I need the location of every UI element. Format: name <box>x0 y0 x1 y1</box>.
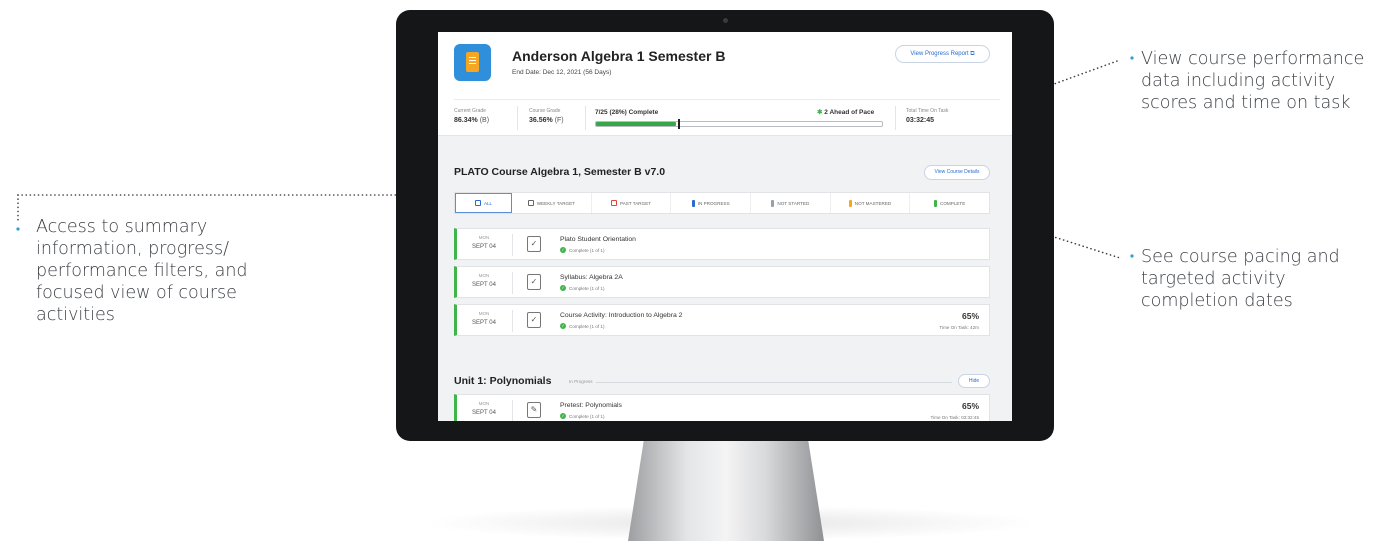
course-section-title: PLATO Course Algebra 1, Semester B v7.0 <box>454 166 666 178</box>
filter-weekly-target[interactable]: WEEKLY TARGET <box>512 193 592 213</box>
filter-not-mastered[interactable]: NOT MASTERED <box>831 193 911 213</box>
activity-status: ✓ Complete (1 of 1) <box>560 247 605 253</box>
callout-bullet <box>1130 56 1134 60</box>
monitor: Anderson Algebra 1 Semester B End Date: … <box>396 10 1054 441</box>
current-grade: Current Grade 86.34% (B) <box>454 108 490 124</box>
marketing-stage: View course performance data including a… <box>0 0 1397 541</box>
activity-status: ✓ Complete (1 of 1) <box>560 285 605 291</box>
activity-card[interactable]: MON SEPT 04 ✓ Plato Student Orientation … <box>454 228 990 260</box>
status-swatch <box>934 199 938 207</box>
checklist-icon: ✓ <box>527 236 541 252</box>
status-swatch <box>771 199 775 207</box>
activity-score: 65% <box>961 401 979 411</box>
course-grade-value: 36.56% <box>529 117 553 124</box>
camera-icon <box>723 18 728 23</box>
activity-name: Course Activity: Introduction to Algebra… <box>560 312 683 319</box>
callout-bullet <box>16 227 20 231</box>
filter-complete[interactable]: COMPLETE <box>910 193 989 213</box>
pace-marker <box>678 119 680 129</box>
total-time: Total Time On Task 03:32:45 <box>906 108 949 124</box>
end-date: End Date: Dec 12, 2021 (56 Days) <box>512 69 612 76</box>
activity-name: Pretest: Polynomials <box>560 402 622 409</box>
filter-past-target[interactable]: PAST TARGET <box>592 193 672 213</box>
course-grade: Course Grade 36.56% (F) <box>529 108 564 124</box>
pace-indicator: ✱ 2 Ahead of Pace <box>817 109 875 116</box>
course-header: Anderson Algebra 1 Semester B End Date: … <box>438 32 1012 136</box>
calendar-icon <box>527 200 534 206</box>
divider <box>512 310 513 332</box>
edit-document-icon: ✎ <box>527 402 541 418</box>
divider <box>585 106 586 130</box>
status-swatch <box>848 199 852 207</box>
book-icon <box>454 44 491 81</box>
running-icon: ✱ <box>817 109 823 116</box>
calendar-alert-icon <box>611 200 618 206</box>
hide-unit-button[interactable]: Hide <box>958 374 990 388</box>
check-circle-icon: ✓ <box>560 247 566 253</box>
callout-performance: View course performance data including a… <box>1141 49 1365 113</box>
screen: Anderson Algebra 1 Semester B End Date: … <box>438 32 1012 421</box>
view-course-details-button[interactable]: View Course Details <box>924 165 990 180</box>
filter-not-started[interactable]: NOT STARTED <box>751 193 831 213</box>
check-circle-icon: ✓ <box>560 285 566 291</box>
unit-status: In Progress <box>569 379 593 384</box>
callout-bullet <box>1130 254 1134 258</box>
completion-progress-bar <box>595 119 883 129</box>
checklist-icon: ✓ <box>527 274 541 290</box>
callout-pacing: See course pacing and targeted activity … <box>1141 247 1340 311</box>
current-grade-value: 86.34% <box>454 117 478 124</box>
activity-time-on-task: Time On Task: 42m <box>939 325 979 330</box>
check-circle-icon: ✓ <box>560 323 566 329</box>
divider <box>512 234 513 256</box>
activity-card[interactable]: MON SEPT 04 ✓ Course Activity: Introduct… <box>454 304 990 336</box>
unit-title: Unit 1: Polynomials <box>454 375 552 387</box>
check-circle-icon: ✓ <box>560 413 566 419</box>
grid-icon <box>474 200 481 206</box>
filter-in-progress[interactable]: IN PROGRESS <box>671 193 752 213</box>
divider <box>454 99 1000 100</box>
current-grade-letter: (B) <box>479 117 490 124</box>
activity-status: ✓ Complete (1 of 1) <box>560 323 605 329</box>
activity-name: Syllabus: Algebra 2A <box>560 274 623 281</box>
view-progress-report-button[interactable]: View Progress Report ⧉ <box>895 45 990 63</box>
monitor-stand <box>628 441 824 541</box>
status-swatch <box>691 199 695 207</box>
activity-status: ✓ Complete (1 of 1) <box>560 413 605 419</box>
divider <box>596 382 952 383</box>
activity-score: 65% <box>961 311 979 321</box>
filter-tabs: ALL WEEKLY TARGET PAST TARGET IN PROGRES… <box>454 192 990 214</box>
progress-fill <box>596 122 677 126</box>
filter-all[interactable]: ALL <box>455 193 513 213</box>
divider <box>517 106 518 130</box>
divider <box>512 400 513 421</box>
divider <box>895 106 896 130</box>
divider <box>512 272 513 294</box>
course-grade-letter: (F) <box>554 117 564 124</box>
activity-name: Plato Student Orientation <box>560 236 636 243</box>
completion-text: 7/25 (28%) Complete <box>595 109 659 116</box>
activity-card[interactable]: MON SEPT 04 ✎ Pretest: Polynomials ✓ Comp… <box>454 394 990 421</box>
activity-time-on-task: Time On Task: 03:32:45 <box>930 415 979 420</box>
course-title: Anderson Algebra 1 Semester B <box>512 48 726 64</box>
callout-summary: Access to summary information, progress/… <box>36 217 248 325</box>
checklist-icon: ✓ <box>527 312 541 328</box>
activity-card[interactable]: MON SEPT 04 ✓ Syllabus: Algebra 2A ✓ Comp… <box>454 266 990 298</box>
